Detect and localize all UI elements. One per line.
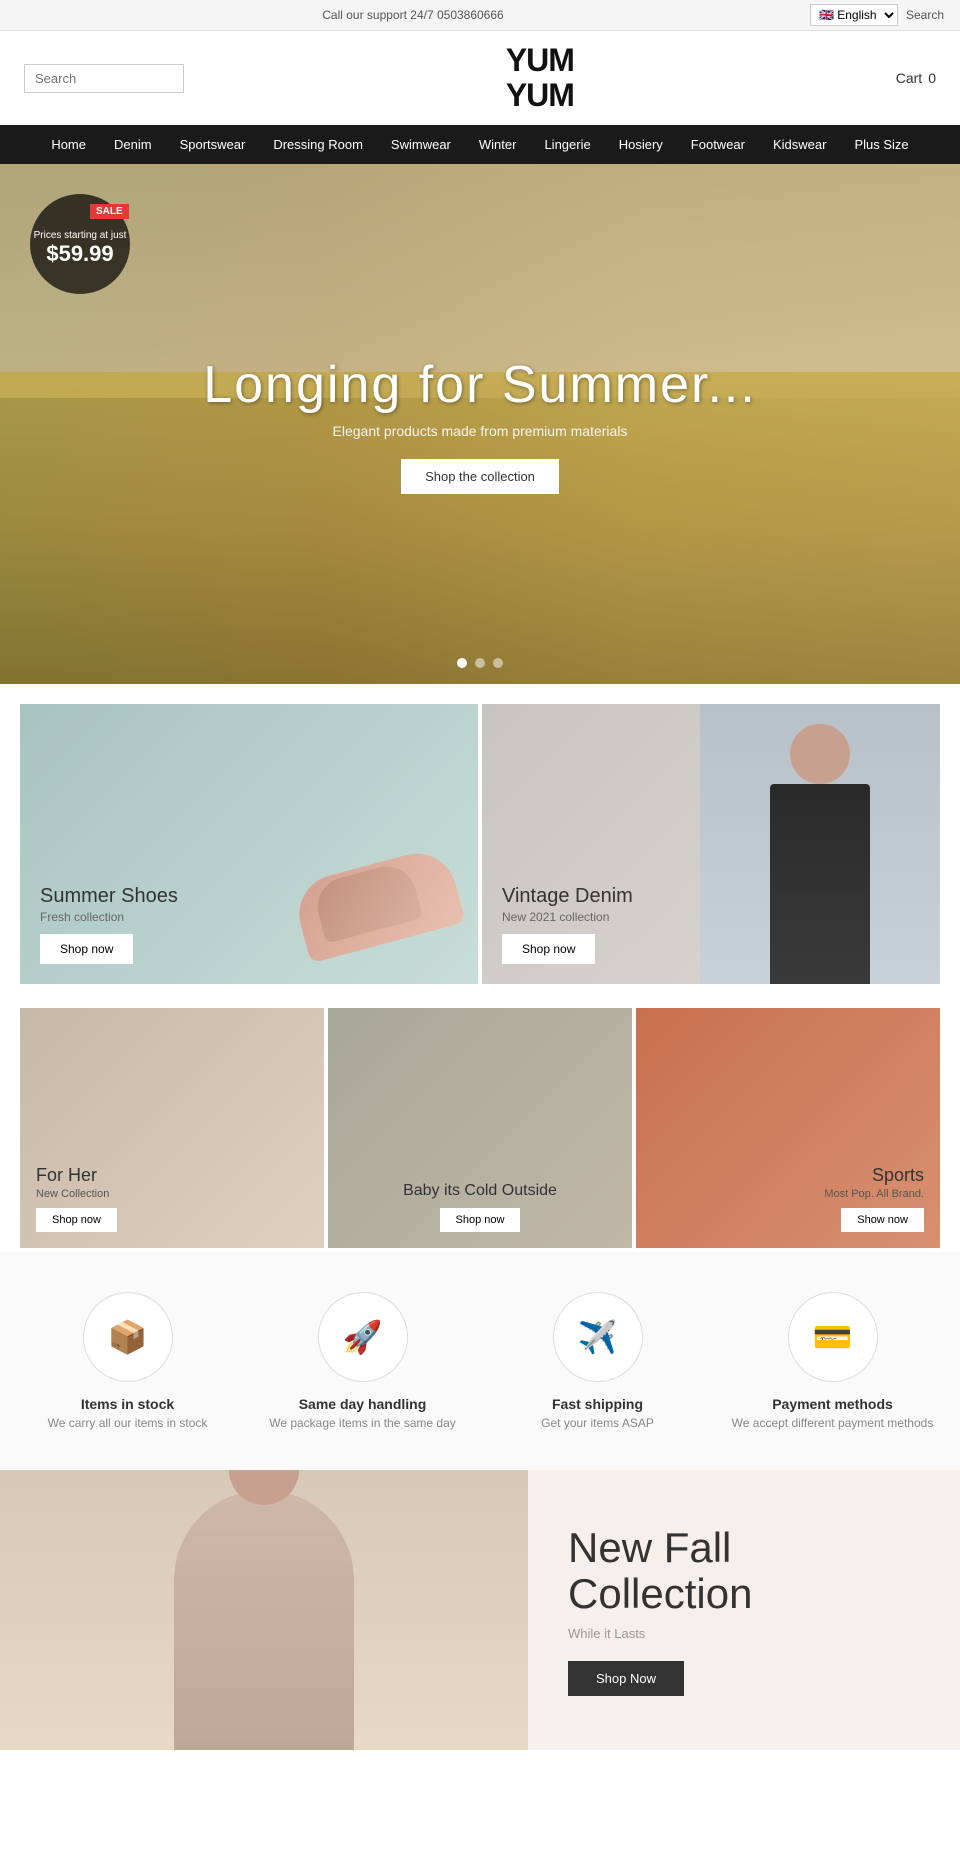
bottom-cta-button[interactable]: Shop Now: [568, 1661, 684, 1696]
her-content: For Her New Collection Shop now: [36, 1165, 308, 1232]
product-grid: Summer Shoes Fresh collection Shop now V…: [0, 684, 960, 1004]
logo-line1: YUM: [506, 43, 574, 78]
feature-item-1: 🚀 Same day handling We package items in …: [255, 1292, 470, 1430]
nav-item-kidswear[interactable]: Kidswear: [759, 125, 840, 164]
hero-dot-3[interactable]: [493, 658, 503, 668]
feature-desc-2: Get your items ASAP: [490, 1416, 705, 1430]
new-fall-subtitle: While it Lasts: [568, 1626, 920, 1641]
feature-desc-3: We accept different payment methods: [725, 1416, 940, 1430]
logo-line2: YUM: [506, 78, 574, 113]
triple-label-cold: Baby its Cold Outside: [344, 1182, 616, 1200]
feature-desc-1: We package items in the same day: [255, 1416, 470, 1430]
search-button-top[interactable]: Search: [906, 8, 944, 22]
hero-subtitle: Elegant products made from premium mater…: [203, 423, 757, 439]
sale-badge: SALE Prices starting at just $59.99: [30, 194, 130, 294]
hero-dot-2[interactable]: [475, 658, 485, 668]
cold-content: Baby its Cold Outside Shop now: [344, 1182, 616, 1232]
triple-label-sports: Sports: [652, 1165, 924, 1186]
shoes-decoration: [290, 845, 465, 964]
nav-item-home[interactable]: Home: [37, 125, 100, 164]
sale-text: Prices starting at just: [34, 230, 127, 241]
shop-now-shoes[interactable]: Shop now: [40, 934, 133, 964]
sale-price: $59.99: [46, 241, 113, 267]
feature-title-0: Items in stock: [20, 1396, 235, 1412]
hero-dot-1[interactable]: [457, 658, 467, 668]
logo: YUM YUM: [506, 43, 574, 113]
show-now-sports[interactable]: Show now: [841, 1208, 924, 1232]
product-card-denim: Vintage Denim New 2021 collection Shop n…: [482, 704, 940, 984]
nav-item-winter[interactable]: Winter: [465, 125, 531, 164]
shop-now-cold[interactable]: Shop now: [440, 1208, 521, 1232]
feature-title-3: Payment methods: [725, 1396, 940, 1412]
nav-item-lingerie[interactable]: Lingerie: [530, 125, 604, 164]
triple-card-her: For Her New Collection Shop now: [20, 1008, 324, 1248]
shop-now-denim[interactable]: Shop now: [502, 934, 595, 964]
hero-title: Longing for Summer...: [203, 355, 757, 415]
sale-tag: SALE: [90, 204, 129, 219]
triple-card-sports: Sports Most Pop. All Brand. Show now: [636, 1008, 940, 1248]
bottom-model-head: [229, 1470, 299, 1505]
denim-head: [790, 724, 850, 784]
bottom-model-body: [174, 1490, 354, 1750]
denim-model-bg: [700, 704, 940, 984]
bottom-banner: New Fall Collection While it Lasts Shop …: [0, 1470, 960, 1750]
new-fall-title: New Fall Collection: [568, 1525, 920, 1617]
nav-item-sportswear[interactable]: Sportswear: [166, 125, 260, 164]
sports-content: Sports Most Pop. All Brand. Show now: [652, 1165, 924, 1232]
triple-sublabel-her: New Collection: [36, 1188, 308, 1200]
top-bar-right: 🇬🇧 English Español Français Search: [810, 4, 944, 26]
search-input[interactable]: [24, 64, 184, 93]
cart-area[interactable]: Cart 0: [896, 70, 936, 86]
main-nav: HomeDenimSportswearDressing RoomSwimwear…: [0, 125, 960, 164]
bottom-banner-left: [0, 1470, 528, 1750]
cart-count: 0: [928, 70, 936, 86]
nav-item-denim[interactable]: Denim: [100, 125, 166, 164]
hero-text-area: Longing for Summer... Elegant products m…: [203, 355, 757, 494]
feature-item-3: 💳 Payment methods We accept different pa…: [725, 1292, 940, 1430]
feature-item-2: ✈️ Fast shipping Get your items ASAP: [490, 1292, 705, 1430]
triple-card-cold: Baby its Cold Outside Shop now: [328, 1008, 632, 1248]
shop-now-her[interactable]: Shop now: [36, 1208, 117, 1232]
nav-item-dressing-room[interactable]: Dressing Room: [259, 125, 377, 164]
nav-item-plus-size[interactable]: Plus Size: [840, 125, 922, 164]
triple-label-her: For Her: [36, 1165, 308, 1186]
triple-sublabel-sports: Most Pop. All Brand.: [652, 1188, 924, 1200]
support-text: Call our support 24/7 0503860666: [16, 8, 810, 22]
feature-item-0: 📦 Items in stock We carry all our items …: [20, 1292, 235, 1430]
header: YUM YUM Cart 0: [0, 31, 960, 125]
denim-shirt: [770, 784, 870, 984]
feature-title-1: Same day handling: [255, 1396, 470, 1412]
hero-dots: [457, 658, 503, 668]
product-card-shoes: Summer Shoes Fresh collection Shop now: [20, 704, 478, 984]
feature-title-2: Fast shipping: [490, 1396, 705, 1412]
cart-label: Cart: [896, 70, 922, 86]
hero-cta-button[interactable]: Shop the collection: [401, 459, 559, 494]
features-section: 📦 Items in stock We carry all our items …: [0, 1252, 960, 1470]
feature-icon-2: ✈️: [553, 1292, 643, 1382]
hero-banner: SALE Prices starting at just $59.99 Long…: [0, 164, 960, 684]
nav-item-footwear[interactable]: Footwear: [677, 125, 759, 164]
feature-desc-0: We carry all our items in stock: [20, 1416, 235, 1430]
feature-icon-1: 🚀: [318, 1292, 408, 1382]
feature-icon-0: 📦: [83, 1292, 173, 1382]
bottom-banner-right: New Fall Collection While it Lasts Shop …: [528, 1470, 960, 1750]
top-bar: Call our support 24/7 0503860666 🇬🇧 Engl…: [0, 0, 960, 31]
triple-grid: For Her New Collection Shop now Baby its…: [0, 1004, 960, 1252]
feature-icon-3: 💳: [788, 1292, 878, 1382]
language-select[interactable]: 🇬🇧 English Español Français: [810, 4, 898, 26]
nav-item-hosiery[interactable]: Hosiery: [605, 125, 677, 164]
nav-item-swimwear[interactable]: Swimwear: [377, 125, 465, 164]
